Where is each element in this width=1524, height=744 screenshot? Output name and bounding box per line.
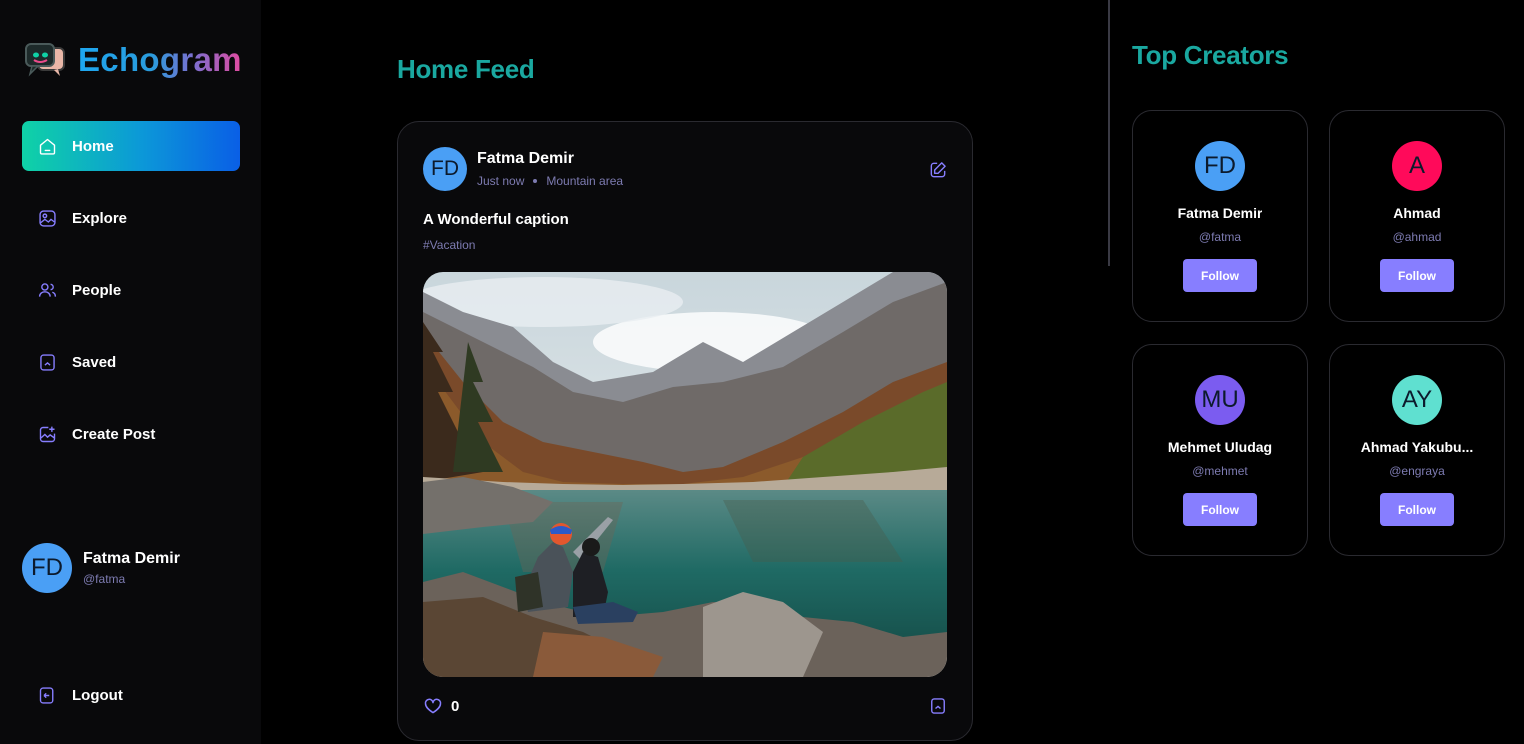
post-caption: A Wonderful caption <box>423 211 569 228</box>
home-icon <box>36 135 58 157</box>
creator-card[interactable]: A Ahmad @ahmad Follow <box>1329 110 1505 322</box>
sidebar: Echogram Home Explore People Saved Creat… <box>0 0 261 744</box>
sidebar-item-label: Create Post <box>72 425 156 443</box>
follow-button[interactable]: Follow <box>1183 493 1257 526</box>
app-root: Echogram Home Explore People Saved Creat… <box>0 0 1524 744</box>
gallery-icon <box>36 207 58 229</box>
logout-icon <box>36 684 58 706</box>
add-image-icon <box>36 423 58 445</box>
scrollbar[interactable] <box>1108 0 1110 266</box>
creator-card[interactable]: FD Fatma Demir @fatma Follow <box>1132 110 1308 322</box>
follow-button[interactable]: Follow <box>1380 259 1454 292</box>
logout-container: Logout <box>22 670 240 742</box>
separator-dot <box>533 179 538 183</box>
avatar: A <box>1392 141 1442 191</box>
sidebar-item-label: Saved <box>72 353 117 371</box>
logout-label: Logout <box>72 686 123 704</box>
sidebar-item-label: Explore <box>72 209 128 227</box>
creator-handle: @ahmad <box>1392 230 1442 244</box>
bookmark-icon[interactable] <box>928 696 948 716</box>
creator-name: Fatma Demir <box>1177 205 1263 221</box>
creator-name: Mehmet Uludag <box>1167 439 1273 455</box>
post-image[interactable] <box>423 272 947 677</box>
post-header: FD Fatma Demir Just now Mountain area <box>423 147 623 191</box>
sidebar-item-home[interactable]: Home <box>22 121 240 171</box>
brand[interactable]: Echogram <box>24 40 242 80</box>
avatar: FD <box>22 543 72 593</box>
follow-button[interactable]: Follow <box>1380 493 1454 526</box>
brand-name: Echogram <box>78 41 242 78</box>
avatar-initials: FD <box>431 157 459 180</box>
avatar: AY <box>1392 375 1442 425</box>
sidebar-item-people[interactable]: People <box>22 265 240 315</box>
edit-icon[interactable] <box>928 160 948 180</box>
avatar-initials: FD <box>31 554 63 581</box>
top-creators-panel: Top Creators FD Fatma Demir @fatma Follo… <box>1108 0 1524 744</box>
creator-card[interactable]: AY Ahmad Yakubu... @engraya Follow <box>1329 344 1505 556</box>
heart-icon <box>424 698 442 714</box>
bookmark-icon <box>36 351 58 373</box>
avatar-initials: AY <box>1401 386 1433 413</box>
creator-handle: @mehmet <box>1192 464 1248 478</box>
creator-card[interactable]: MU Mehmet Uludag @mehmet Follow <box>1132 344 1308 556</box>
profile-name: Fatma Demir <box>83 550 180 567</box>
like-button[interactable]: 0 <box>423 696 459 716</box>
sidebar-item-create-post[interactable]: Create Post <box>22 409 240 459</box>
chat-bubbles-logo-icon <box>24 40 68 80</box>
post-location: Mountain area <box>546 174 624 188</box>
main-feed: Home Feed FD Fatma Demir Just now Mounta… <box>261 0 1108 744</box>
sidebar-profile[interactable]: FD Fatma Demir @fatma <box>22 543 180 593</box>
follow-button[interactable]: Follow <box>1183 259 1257 292</box>
avatar-initials: A <box>1408 152 1425 179</box>
creator-handle: @fatma <box>1198 230 1242 244</box>
post-time: Just now <box>477 174 525 188</box>
sidebar-item-explore[interactable]: Explore <box>22 193 240 243</box>
page-title: Home Feed <box>397 54 535 84</box>
like-count: 0 <box>451 697 460 715</box>
creator-handle: @engraya <box>1389 464 1445 478</box>
avatar: MU <box>1195 375 1245 425</box>
people-icon <box>36 279 58 301</box>
avatar-initials: MU <box>1201 386 1239 413</box>
avatar-initials: FD <box>1204 152 1236 179</box>
sidebar-item-label: Home <box>72 137 114 155</box>
post-tag[interactable]: #Vacation <box>423 238 475 252</box>
post-author[interactable]: Fatma Demir <box>477 150 623 168</box>
logout-button[interactable]: Logout <box>22 670 240 720</box>
sidebar-nav: Home Explore People Saved Create Post <box>22 121 240 481</box>
avatar[interactable]: FD <box>423 147 467 191</box>
creator-name: Ahmad Yakubu... <box>1360 439 1474 455</box>
panel-title: Top Creators <box>1132 40 1289 70</box>
post-card: FD Fatma Demir Just now Mountain area A … <box>397 121 973 741</box>
sidebar-item-label: People <box>72 281 122 299</box>
creator-name: Ahmad <box>1393 205 1441 221</box>
avatar: FD <box>1195 141 1245 191</box>
sidebar-item-saved[interactable]: Saved <box>22 337 240 387</box>
profile-handle: @fatma <box>83 572 126 586</box>
